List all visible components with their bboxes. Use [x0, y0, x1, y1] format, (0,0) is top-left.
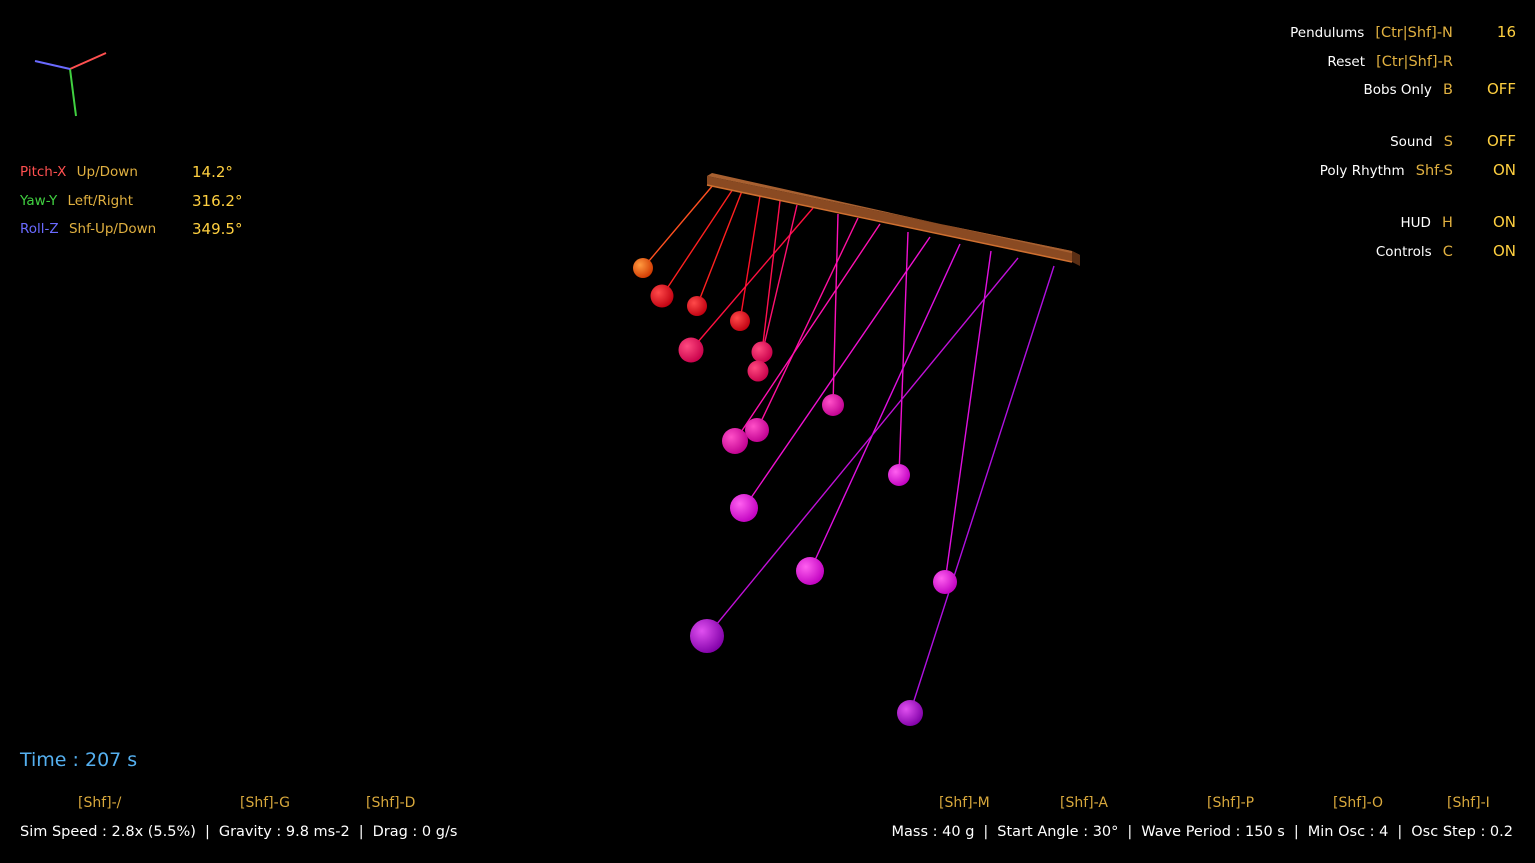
reset-row[interactable]: Reset [Ctr|Shf]-R — [1327, 50, 1516, 72]
bobs-only-label: Bobs Only — [1363, 82, 1432, 98]
roll-axis-label: Roll-Z — [20, 221, 59, 237]
sim-speed-status: Sim Speed : 2.8x (5.5%) — [20, 824, 196, 840]
hud-toggle-label: HUD — [1400, 215, 1431, 231]
pitch-control-hint: Up/Down — [76, 164, 138, 180]
bob-4 — [730, 311, 750, 331]
bob-8 — [745, 418, 769, 442]
controls-label: Controls — [1375, 244, 1432, 260]
bob-11 — [888, 464, 910, 486]
pendulum-scene — [34, 52, 1080, 726]
hud-toggle-row[interactable]: HUD H ON — [1400, 211, 1516, 233]
wave-period-status: Wave Period : 150 s — [1141, 824, 1285, 840]
yaw-axis-label: Yaw-Y — [20, 193, 58, 209]
bob-6 — [751, 341, 773, 363]
pendulums-row[interactable]: Pendulums [Ctr|Shf]-N 16 — [1290, 21, 1516, 43]
min-osc-status: Min Osc : 4 — [1307, 824, 1389, 840]
poly-rhythm-value: ON — [1492, 161, 1516, 179]
hud-toggle-value: ON — [1492, 213, 1516, 231]
pendulums-value: 16 — [1496, 23, 1516, 41]
controls-key: C — [1442, 244, 1453, 260]
start-angle-key: [Shf]-A — [1060, 795, 1108, 811]
bob-3 — [687, 296, 707, 316]
right-status-bar: Mass : 40 g | Start Angle : 30° | Wave Perio… — [891, 824, 1513, 840]
sound-row[interactable]: Sound S OFF — [1390, 130, 1516, 152]
pitch-row: Pitch-X Up/Down 14.2° — [20, 162, 233, 182]
gravity-status: Gravity : 9.8 ms-2 — [218, 824, 350, 840]
axis-gizmo — [34, 52, 107, 117]
pendulum-bobs — [633, 258, 957, 726]
roll-value: 349.5° — [192, 220, 243, 238]
yaw-control-hint: Left/Right — [67, 193, 134, 209]
roll-row: Roll-Z Shf-Up/Down 349.5° — [20, 219, 242, 239]
yaw-value: 316.2° — [192, 192, 243, 210]
mass-key: [Shf]-M — [939, 795, 990, 811]
bob-1 — [633, 258, 653, 278]
left-status-bar: Sim Speed : 2.8x (5.5%) | Gravity : 9.8 ms… — [20, 824, 458, 840]
bob-15 — [690, 619, 724, 653]
osc-step-status: Osc Step : 0.2 — [1411, 824, 1513, 840]
poly-rhythm-row[interactable]: Poly Rhythm Shf-S ON — [1320, 159, 1516, 181]
start-angle-status: Start Angle : 30° — [997, 824, 1119, 840]
elapsed-time: Time : 207 s — [20, 749, 138, 771]
bob-12 — [730, 494, 758, 522]
yaw-row: Yaw-Y Left/Right 316.2° — [20, 191, 242, 211]
pendulums-label: Pendulums — [1290, 25, 1365, 41]
drag-status: Drag : 0 g/s — [372, 824, 458, 840]
bobs-only-value: OFF — [1486, 80, 1516, 98]
osc-step-key: [Shf]-I — [1447, 795, 1490, 811]
sound-key: S — [1443, 134, 1453, 150]
bob-10 — [822, 394, 844, 416]
reset-label: Reset — [1327, 54, 1366, 70]
mass-status: Mass : 40 g — [891, 824, 975, 840]
bob-2 — [650, 284, 674, 308]
min-osc-key: [Shf]-O — [1333, 795, 1384, 811]
pitch-value: 14.2° — [192, 163, 233, 181]
bob-13 — [796, 557, 824, 585]
pitch-axis-label: Pitch-X — [20, 164, 67, 180]
reset-key: [Ctr|Shf]-R — [1376, 54, 1453, 70]
bob-16 — [897, 700, 923, 726]
sound-value: OFF — [1486, 132, 1516, 150]
support-bar — [706, 173, 1080, 266]
poly-rhythm-label: Poly Rhythm — [1319, 163, 1405, 179]
wave-period-key: [Shf]-P — [1207, 795, 1255, 811]
bob-5 — [678, 337, 704, 363]
gravity-key: [Shf]-G — [240, 795, 291, 811]
drag-key: [Shf]-D — [366, 795, 416, 811]
sim-speed-key: [Shf]-/ — [78, 795, 122, 811]
controls-value: ON — [1492, 242, 1516, 260]
roll-control-hint: Shf-Up/Down — [68, 221, 157, 237]
bobs-only-key: B — [1442, 82, 1453, 98]
hud-toggle-key: H — [1442, 215, 1453, 231]
sound-label: Sound — [1390, 134, 1433, 150]
poly-rhythm-key: Shf-S — [1415, 163, 1453, 179]
pendulums-key: [Ctr|Shf]-N — [1375, 25, 1453, 41]
bob-9 — [722, 428, 748, 454]
bobs-only-row[interactable]: Bobs Only B OFF — [1364, 78, 1516, 100]
controls-row[interactable]: Controls C ON — [1376, 240, 1516, 262]
bob-14 — [933, 570, 957, 594]
bob-7 — [747, 360, 769, 382]
